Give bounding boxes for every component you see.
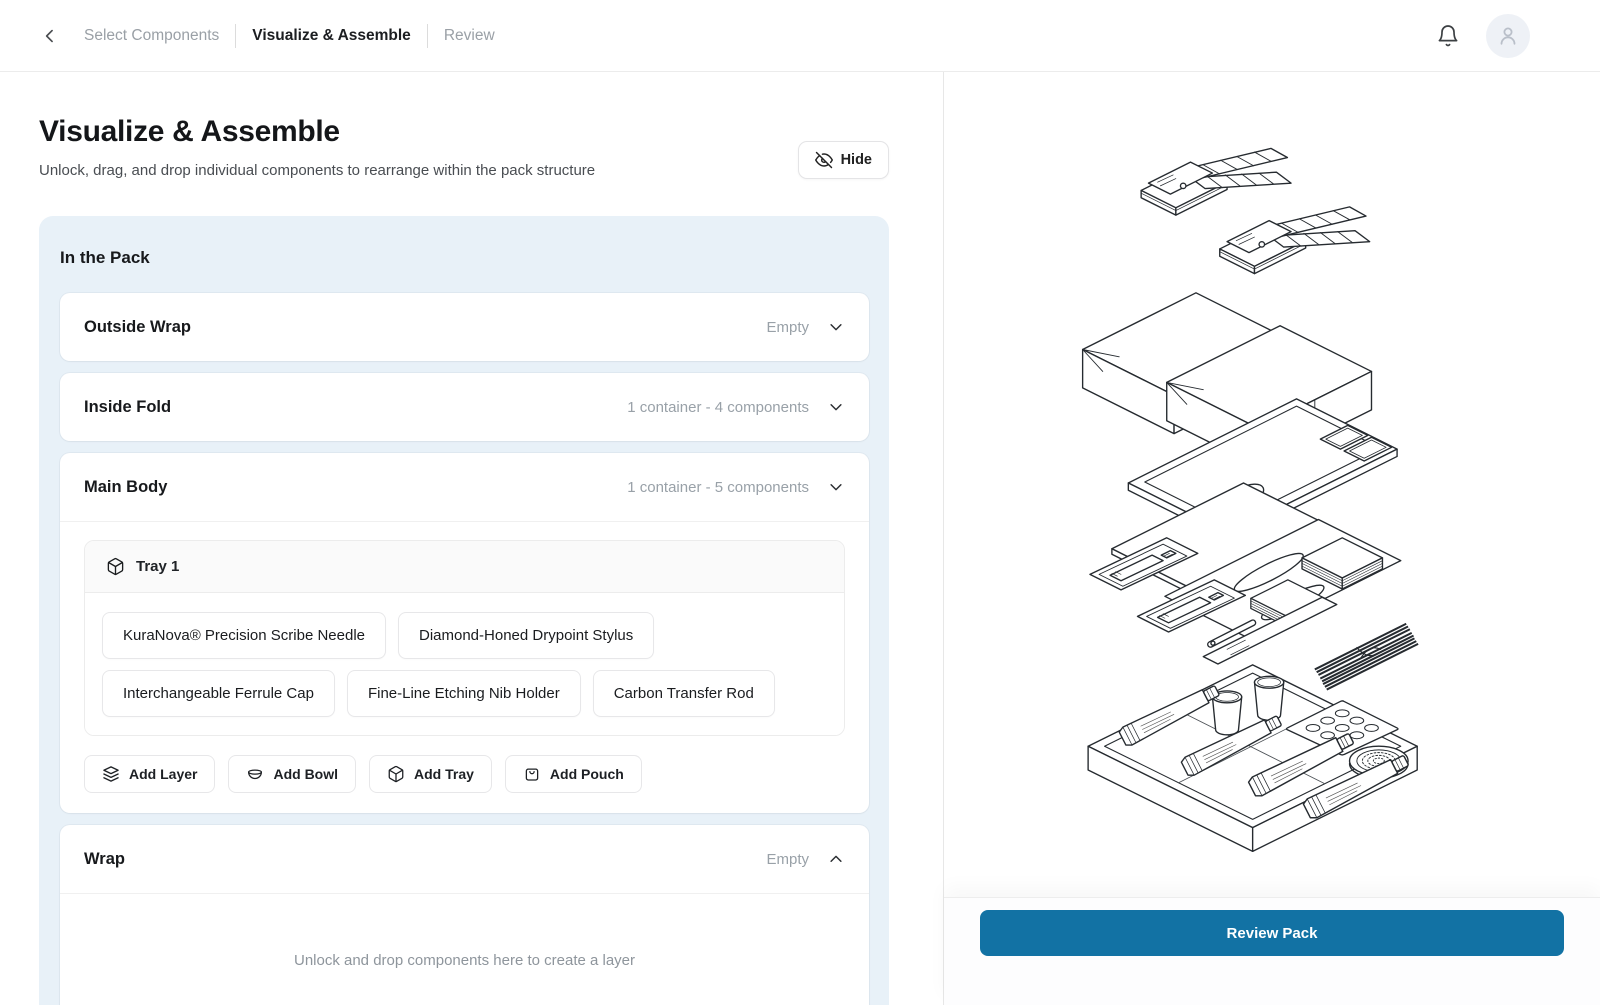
- eye-off-icon: [814, 151, 833, 169]
- add-tray-button[interactable]: Add Tray: [369, 755, 492, 793]
- wrap-dropzone[interactable]: Unlock and drop components here to creat…: [60, 894, 869, 1005]
- package-box-icon: [107, 557, 124, 576]
- tray-title: Tray 1: [136, 558, 180, 575]
- add-layer-button[interactable]: Add Layer: [84, 755, 216, 793]
- section-inside-fold-header[interactable]: Inside Fold 1 container - 4 components: [60, 373, 869, 441]
- hide-button-label: Hide: [840, 152, 872, 168]
- chevron-down-icon: [830, 484, 842, 491]
- in-the-pack-panel: In the Pack Outside Wrap Empty Inside Fo…: [39, 216, 889, 1005]
- chevron-left-icon: [45, 29, 53, 42]
- tray-1-header[interactable]: Tray 1: [85, 541, 844, 593]
- review-pack-button[interactable]: Review Pack: [980, 910, 1564, 956]
- section-main-body: Main Body 1 container - 5 components Tra…: [60, 453, 869, 813]
- add-layer-label: Add Layer: [129, 766, 198, 782]
- tray-components-zone: KuraNova® Precision Scribe Needle Diamon…: [85, 593, 844, 735]
- section-status: Empty: [766, 318, 809, 336]
- add-tray-label: Add Tray: [414, 766, 474, 782]
- section-wrap: Wrap Empty Unlock and drop components he…: [60, 825, 869, 1005]
- pack-exploded-illustration: [1081, 147, 1419, 853]
- section-outside-wrap: Outside Wrap Empty: [60, 293, 869, 361]
- component-chip[interactable]: Interchangeable Ferrule Cap: [102, 670, 335, 717]
- step-divider: [426, 23, 428, 48]
- section-wrap-header[interactable]: Wrap Empty: [60, 825, 869, 893]
- chevron-up-icon: [830, 855, 842, 862]
- page-subtitle: Unlock, drag, and drop individual compon…: [39, 162, 596, 179]
- section-title: Inside Fold: [84, 397, 172, 416]
- step-select-components[interactable]: Select Components: [84, 27, 219, 45]
- assembly-column: Visualize & Assemble Unlock, drag, and d…: [0, 72, 944, 1005]
- section-inside-fold: Inside Fold 1 container - 4 components: [60, 373, 869, 441]
- section-title: Main Body: [84, 477, 168, 496]
- section-status: 1 container - 4 components: [627, 398, 809, 416]
- step-divider: [235, 23, 237, 48]
- section-status: Empty: [766, 850, 809, 868]
- panel-title: In the Pack: [60, 248, 150, 267]
- back-button[interactable]: [36, 22, 64, 50]
- user-avatar[interactable]: [1486, 13, 1530, 58]
- layers-icon: [103, 766, 119, 782]
- section-title: Wrap: [84, 849, 125, 868]
- section-outside-wrap-header[interactable]: Outside Wrap Empty: [60, 293, 869, 361]
- tray-1-container: Tray 1 KuraNova® Precision Scribe Needle…: [84, 540, 845, 736]
- breadcrumb: Select Components Visualize & Assemble R…: [84, 23, 495, 48]
- chevron-down-icon: [830, 404, 842, 411]
- add-bowl-button[interactable]: Add Bowl: [228, 755, 357, 793]
- pouch-icon: [525, 768, 539, 781]
- bowl-icon: [248, 769, 263, 780]
- top-nav: Select Components Visualize & Assemble R…: [0, 0, 1600, 72]
- add-bowl-label: Add Bowl: [273, 766, 339, 782]
- component-chip[interactable]: Carbon Transfer Rod: [592, 670, 775, 717]
- component-chip[interactable]: KuraNova® Precision Scribe Needle: [102, 612, 386, 659]
- notification-bell-icon: [1438, 24, 1458, 46]
- notification-bell-button[interactable]: [1436, 24, 1460, 48]
- hide-preview-button[interactable]: Hide: [797, 141, 889, 179]
- package-box-icon: [388, 765, 404, 783]
- preview-column: Review Pack: [944, 72, 1600, 1005]
- chevron-down-icon: [830, 324, 842, 331]
- preview-footer: Review Pack: [944, 897, 1600, 1005]
- section-status: 1 container - 5 components: [627, 478, 809, 496]
- step-review[interactable]: Review: [444, 27, 495, 45]
- step-visualize-assemble[interactable]: Visualize & Assemble: [252, 27, 411, 45]
- section-title: Outside Wrap: [84, 317, 191, 336]
- section-main-body-header[interactable]: Main Body 1 container - 5 components: [60, 453, 869, 521]
- user-avatar-icon: [1500, 27, 1516, 45]
- page-title: Visualize & Assemble: [39, 115, 340, 148]
- dropzone-hint: Unlock and drop components here to creat…: [293, 952, 636, 969]
- component-chip[interactable]: Fine-Line Etching Nib Holder: [346, 670, 581, 717]
- add-pouch-label: Add Pouch: [549, 766, 624, 782]
- component-chip[interactable]: Diamond-Honed Drypoint Stylus: [398, 612, 655, 659]
- add-pouch-button[interactable]: Add Pouch: [504, 755, 642, 793]
